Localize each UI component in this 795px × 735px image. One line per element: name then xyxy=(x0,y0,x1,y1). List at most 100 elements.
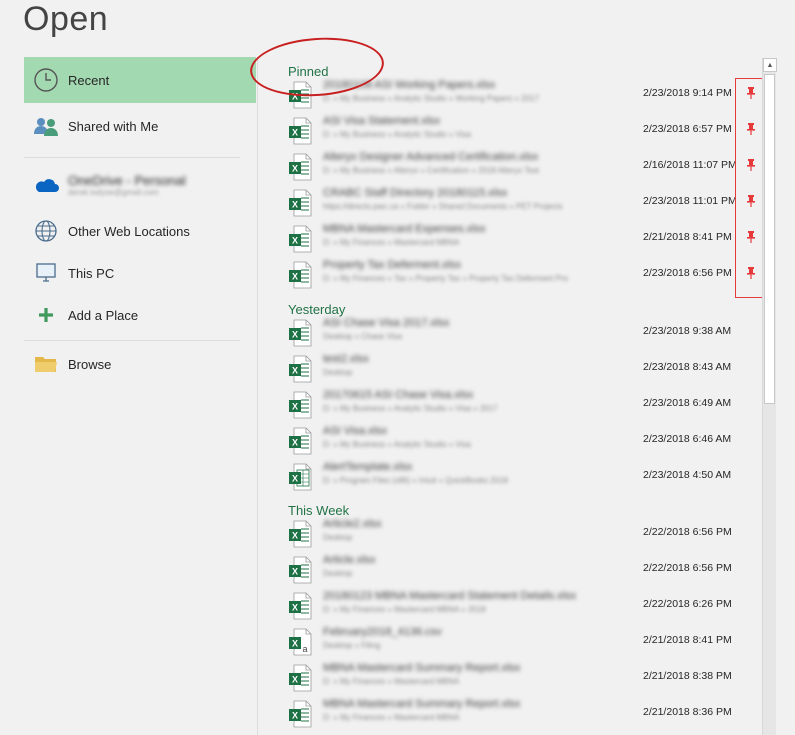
file-row[interactable]: X Alteryx Designer Advanced Certification… xyxy=(258,149,762,185)
file-row[interactable]: X ASI Visa Statement.xlsx D: » My Business… xyxy=(258,113,762,149)
nav-pc-label: This PC xyxy=(68,265,115,281)
nav-add-place[interactable]: Add a Place xyxy=(24,294,256,336)
nav-this-pc[interactable]: This PC xyxy=(24,252,256,294)
file-row[interactable]: X 20180123 MBNA Mastercard Statement Deta… xyxy=(258,588,762,624)
nav-shared-label: Shared with Me xyxy=(68,118,159,134)
svg-text:X: X xyxy=(292,402,298,412)
nav-recent-label: Recent xyxy=(68,72,110,88)
file-path: https://directo.pwc.ca » Folder » Shared… xyxy=(323,202,563,211)
file-modified-date: 2/21/2018 8:38 PM xyxy=(643,670,732,682)
file-name: ASI Visa Statement.xlsx xyxy=(323,115,441,127)
file-modified-date: 2/22/2018 6:56 PM xyxy=(643,562,732,574)
file-name: 20170615 ASI Chase Visa.xlsx xyxy=(323,389,474,401)
excel-file-icon: X xyxy=(288,391,312,419)
file-modified-date: 2/23/2018 11:01 PM xyxy=(643,195,737,207)
file-modified-date: 2/23/2018 6:57 PM xyxy=(643,123,732,135)
excel-file-icon: X xyxy=(288,355,312,383)
excel-file-icon: X xyxy=(288,592,312,620)
file-row[interactable]: X MBNA Mastercard Summary Report.xlsx D: »… xyxy=(258,696,762,732)
globe-icon xyxy=(24,218,68,244)
pinned-highlight-box xyxy=(735,78,763,298)
svg-text:X: X xyxy=(292,711,298,721)
file-name: ASI Chase Visa 2017.xlsx xyxy=(323,317,450,329)
excel-file-icon: X xyxy=(288,117,312,145)
file-row[interactable]: Xtest2.xlsx Desktop 2/23/2018 8:43 AM xyxy=(258,351,762,387)
file-path: D: » My Business » Alteryx » Certificati… xyxy=(323,166,539,175)
excel-file-icon: X xyxy=(288,261,312,289)
svg-text:X: X xyxy=(292,200,298,210)
svg-text:X: X xyxy=(292,330,298,340)
file-row[interactable]: X 20170615 ASI Chase Visa.xlsx D: » My Bus… xyxy=(258,387,762,423)
file-name: Article2.xlsx xyxy=(323,518,382,530)
places-panel: Recent Shared with Me OneDrive - Persona… xyxy=(24,57,256,385)
file-name: ASI Visa.xlsx xyxy=(323,425,387,437)
nav-onedrive[interactable]: OneDrive - Personal derek.todyse@gmail.c… xyxy=(24,160,256,210)
nav-recent[interactable]: Recent xyxy=(24,57,256,103)
nav-shared[interactable]: Shared with Me xyxy=(24,103,256,149)
file-modified-date: 2/21/2018 8:36 PM xyxy=(643,706,732,718)
file-path: D: » My Finances » Tax » Property Tax » … xyxy=(323,274,568,283)
svg-text:X: X xyxy=(292,366,298,376)
file-modified-date: 2/23/2018 8:43 AM xyxy=(643,361,732,373)
file-row[interactable]: X ASI Visa.xlsx D: » My Business » Analyti… xyxy=(258,423,762,459)
file-path: D: » My Finances » Mastercard MBNA xyxy=(323,677,460,686)
vertical-scrollbar[interactable]: ▲ xyxy=(762,58,777,735)
file-row[interactable]: X Article.xlsx Desktop 2/22/2018 6:56 PM xyxy=(258,552,762,588)
file-path: Desktop » Chase Visa xyxy=(323,332,403,341)
file-name: CRABC Staff Directory 20180115.xlsx xyxy=(323,187,508,199)
nav-browse-label: Browse xyxy=(68,356,112,372)
file-path: D: » My Business » Analytic Studio » Vis… xyxy=(323,440,471,449)
file-name: MBNA Mastercard Summary Report.xlsx xyxy=(323,662,521,674)
svg-text:X: X xyxy=(292,128,298,138)
file-name: MBNA Mastercard Summary Report.xlsx xyxy=(323,698,521,710)
file-row[interactable]: X AlertTemplate.xlsx D: » Program Files (x… xyxy=(258,459,762,495)
svg-text:X: X xyxy=(292,639,298,649)
file-name: Property Tax Deferment.xlsx xyxy=(323,259,461,271)
svg-text:X: X xyxy=(292,438,298,448)
file-path: D: » My Finances » Mastercard MBNA » 201… xyxy=(323,605,486,614)
svg-text:X: X xyxy=(292,474,298,484)
file-modified-date: 2/23/2018 4:50 AM xyxy=(643,469,732,481)
file-modified-date: 2/23/2018 9:38 AM xyxy=(643,325,732,337)
scroll-thumb[interactable] xyxy=(764,74,775,404)
file-row[interactable]: X Property Tax Deferment.xlsx D: » My Fina… xyxy=(258,257,762,293)
nav-browse[interactable]: Browse xyxy=(24,343,256,385)
file-modified-date: 2/21/2018 8:41 PM xyxy=(643,231,732,243)
file-path: D: » My Finances » Mastercard MBNA xyxy=(323,238,460,247)
excel-file-icon: X xyxy=(288,700,312,728)
file-name: Article.xlsx xyxy=(323,554,376,566)
file-path: Desktop » Filing xyxy=(323,641,381,650)
svg-text:X: X xyxy=(292,675,298,685)
people-icon xyxy=(24,114,68,138)
file-row[interactable]: X MBNA Mastercard Summary Report.xlsx D: »… xyxy=(258,660,762,696)
file-modified-date: 2/23/2018 6:49 AM xyxy=(643,397,732,409)
page-title: Open xyxy=(23,0,109,38)
scroll-up-icon[interactable]: ▲ xyxy=(763,58,777,72)
onedrive-account-email: derek.todyse@gmail.com xyxy=(68,188,159,197)
nav-web-label: Other Web Locations xyxy=(68,223,190,239)
excel-file-icon: X xyxy=(288,520,312,548)
file-row[interactable]: X ASI Chase Visa 2017.xlsx Desktop » Chase… xyxy=(258,315,762,351)
clock-icon xyxy=(24,67,68,93)
file-name: 20180123 MBNA Mastercard Statement Detai… xyxy=(323,590,577,602)
svg-text:X: X xyxy=(292,164,298,174)
file-path: D: » Program Files (x86) » Intuit » Quic… xyxy=(323,476,508,485)
file-row[interactable]: X MBNA Mastercard Expenses.xlsx D: » My Fi… xyxy=(258,221,762,257)
file-row[interactable]: X Article2.xlsx Desktop 2/22/2018 6:56 PM xyxy=(258,516,762,552)
computer-icon xyxy=(24,261,68,285)
file-row[interactable]: Xa February2018_4136.csv Desktop » Filing 2… xyxy=(258,624,762,660)
separator xyxy=(24,340,240,341)
file-row[interactable]: X CRABC Staff Directory 20180115.xlsx http… xyxy=(258,185,762,221)
excel-file-icon: X xyxy=(288,664,312,692)
file-path: D: » My Business » Analytic Studio » Wor… xyxy=(323,94,539,103)
nav-web-locations[interactable]: Other Web Locations xyxy=(24,210,256,252)
file-path: D: » My Business » Analytic Studio » Vis… xyxy=(323,130,471,139)
onedrive-cloud-icon xyxy=(24,176,68,194)
file-path: Desktop xyxy=(323,569,353,578)
svg-text:X: X xyxy=(292,272,298,282)
file-path: Desktop xyxy=(323,368,353,377)
onedrive-account-name: OneDrive - Personal xyxy=(68,173,186,188)
file-modified-date: 2/16/2018 11:07 PM xyxy=(643,159,737,171)
excel-file-icon: X xyxy=(288,225,312,253)
file-name: Alteryx Designer Advanced Certification.… xyxy=(323,151,539,163)
